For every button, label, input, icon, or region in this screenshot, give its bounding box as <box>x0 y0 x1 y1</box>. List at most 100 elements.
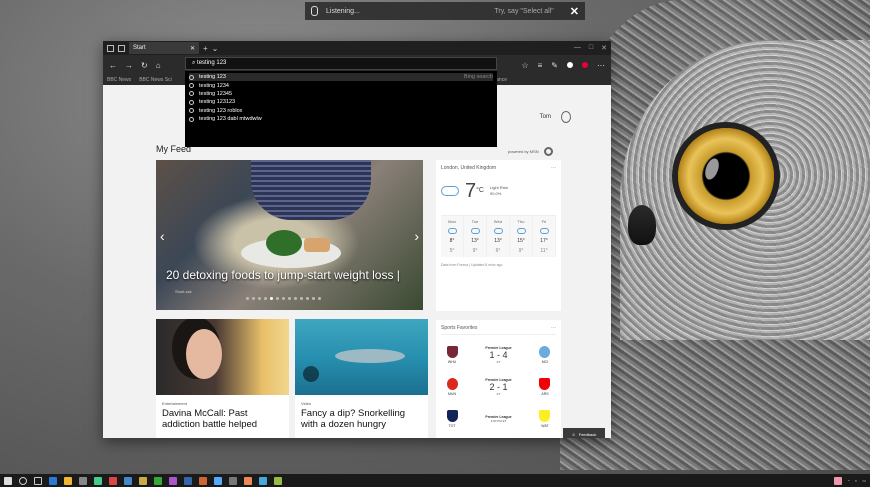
start-icon[interactable] <box>4 476 12 485</box>
suggestion-item[interactable]: testing 123 roblox <box>189 107 493 115</box>
weather-widget[interactable]: London, United Kingdom ⋯ 7°C Light Rain 9… <box>436 160 561 311</box>
notifications-icon[interactable]: ▭ <box>862 478 866 483</box>
search-icon <box>189 108 194 114</box>
network-icon[interactable]: ◔ <box>847 478 849 483</box>
app-icon[interactable] <box>229 476 237 485</box>
refresh-icon[interactable]: ↻ <box>141 61 148 70</box>
reading-list-icon[interactable]: ≡ <box>538 61 543 70</box>
news-card[interactable]: Video Fancy a dip? Snorkelling with a do… <box>295 319 428 438</box>
tab-list-chevron-icon[interactable]: ⌄ <box>212 44 219 53</box>
app-icon[interactable] <box>259 476 267 485</box>
app-icon[interactable] <box>124 476 132 485</box>
file-explorer-icon[interactable] <box>64 476 72 485</box>
web-note-icon[interactable]: ✎ <box>551 61 558 70</box>
forward-icon[interactable]: → <box>125 61 133 70</box>
carousel-prev-icon[interactable]: ‹ <box>160 228 165 244</box>
app-icon[interactable] <box>109 476 117 485</box>
favorite-item[interactable]: BBC News Sci <box>139 77 172 83</box>
news-card[interactable]: Entertainment Davina McCall: Past addict… <box>156 319 289 438</box>
extension-icon[interactable] <box>567 62 573 68</box>
address-value: testing 123 <box>197 60 227 66</box>
window-close-icon[interactable]: ✕ <box>601 44 607 52</box>
carousel-dots[interactable] <box>246 297 321 300</box>
tab-close-icon[interactable]: ✕ <box>190 45 195 52</box>
suggestion-text: testing 1234 <box>199 82 229 89</box>
gear-icon[interactable] <box>543 147 553 156</box>
store-icon[interactable] <box>79 476 87 485</box>
favorite-item[interactable]: BBC News <box>107 77 131 83</box>
app-icon[interactable] <box>184 476 192 485</box>
user-name[interactable]: Tom <box>540 114 551 120</box>
play-icon[interactable] <box>303 366 319 382</box>
microphone-icon[interactable] <box>311 6 318 16</box>
app-icon[interactable] <box>214 476 222 485</box>
address-bar[interactable]: ⌕ testing 123 <box>185 57 497 70</box>
more-icon[interactable]: ⋯ <box>551 165 556 171</box>
suggestion-text: testing 123123 <box>199 99 236 106</box>
more-icon[interactable]: ⋯ <box>597 61 605 70</box>
news-card-title[interactable]: Fancy a dip? Snorkelling with a dozen hu… <box>295 408 428 430</box>
team-name: MCI <box>541 360 549 364</box>
match-row[interactable]: TOT Premier League 3:00 PM ET WAT <box>441 407 556 431</box>
adblock-icon[interactable] <box>582 62 588 68</box>
minimize-icon[interactable]: — <box>574 44 581 52</box>
new-tab-icon[interactable]: + <box>203 44 208 53</box>
app-icon[interactable] <box>139 476 147 485</box>
sports-header: Sports Favorites ⋯ <box>441 325 556 335</box>
task-view-icon[interactable] <box>34 476 42 485</box>
search-suggestions: testing 123 Bing search testing 1234 tes… <box>185 71 497 147</box>
hero-source: Shutt-ssk <box>175 289 192 294</box>
feedback-button[interactable]: ☺ Feedback <box>563 428 605 438</box>
carousel-next-icon[interactable]: › <box>414 228 419 244</box>
team-name: MUN <box>448 392 456 396</box>
suggestion-item[interactable]: testing 123123 <box>189 98 493 106</box>
suggestion-item[interactable]: testing 1234 <box>189 81 493 89</box>
toolbar-right: ☆ ≡ ✎ ⋯ <box>521 61 605 70</box>
weather-source: Data from Foreca | Updated 8 mins ago <box>441 263 503 267</box>
hero-article[interactable]: ‹ › 20 detoxing foods to jump-start weig… <box>156 160 423 310</box>
more-icon[interactable]: ⋯ <box>551 325 556 331</box>
feedback-icon: ☺ <box>571 431 576 437</box>
people-icon[interactable] <box>834 476 843 485</box>
search-icon <box>189 83 194 89</box>
avatar[interactable] <box>561 111 571 123</box>
hero-title[interactable]: 20 detoxing foods to jump-start weight l… <box>166 268 400 282</box>
app-icon[interactable] <box>274 476 282 485</box>
app-icon[interactable] <box>244 476 252 485</box>
tab-start[interactable]: Start ✕ <box>129 42 199 54</box>
home-icon[interactable]: ⌂ <box>156 61 161 70</box>
maximize-icon[interactable]: □ <box>589 44 593 52</box>
weather-location[interactable]: London, United Kingdom <box>441 165 496 171</box>
weather-current: 7°C Light Rain 90.0% <box>441 181 556 201</box>
app-icon[interactable] <box>199 476 207 485</box>
title-bar: Start ✕ + ⌄ — □ ✕ <box>103 41 611 55</box>
forecast-day: Fri 17° 11° <box>533 216 556 257</box>
rain-cloud-icon <box>441 186 459 196</box>
feedback-label: Feedback <box>578 431 597 437</box>
match-row[interactable]: WHU Premier League 1 - 4 FT MCI <box>441 343 556 367</box>
edge-icon[interactable] <box>49 476 57 485</box>
favorite-star-icon[interactable]: ☆ <box>521 61 528 70</box>
cloud-icon <box>516 228 526 234</box>
sports-widget[interactable]: Sports Favorites ⋯ WHU Premier League 1 -… <box>436 320 561 438</box>
close-icon[interactable]: ✕ <box>570 5 579 18</box>
app-icon[interactable] <box>94 476 102 485</box>
suggestion-item[interactable]: testing 123 dabl mtwdwlw <box>189 115 493 123</box>
app-icon[interactable] <box>154 476 162 485</box>
tab-actions-icon[interactable] <box>107 44 114 52</box>
cortana-listening-bar: Listening... Try, say "Select all" ✕ <box>305 2 585 20</box>
app-icon[interactable] <box>169 476 177 485</box>
suggestion-item[interactable]: testing 123 Bing search <box>189 73 493 82</box>
sports-title[interactable]: Sports Favorites <box>441 325 477 331</box>
match-row[interactable]: MUN Premier League 2 - 1 FT ARS <box>441 375 556 399</box>
weather-description: Light Rain 90.0% <box>489 185 508 196</box>
suggestion-item[interactable]: testing 12345 <box>189 90 493 98</box>
edge-browser-window: Start ✕ + ⌄ — □ ✕ ← → ↻ ⌂ ☆ ≡ ✎ ⋯ BBC Ne… <box>103 41 611 438</box>
search-icon[interactable] <box>19 476 27 485</box>
hero-image-broccoli <box>266 230 302 256</box>
news-card-title[interactable]: Davina McCall: Past addiction battle hel… <box>156 408 289 430</box>
news-card-category: Video <box>301 401 312 406</box>
tab-preview-icon[interactable] <box>118 44 125 52</box>
back-icon[interactable]: ← <box>109 61 117 70</box>
volume-icon[interactable]: ◖ <box>855 478 857 483</box>
